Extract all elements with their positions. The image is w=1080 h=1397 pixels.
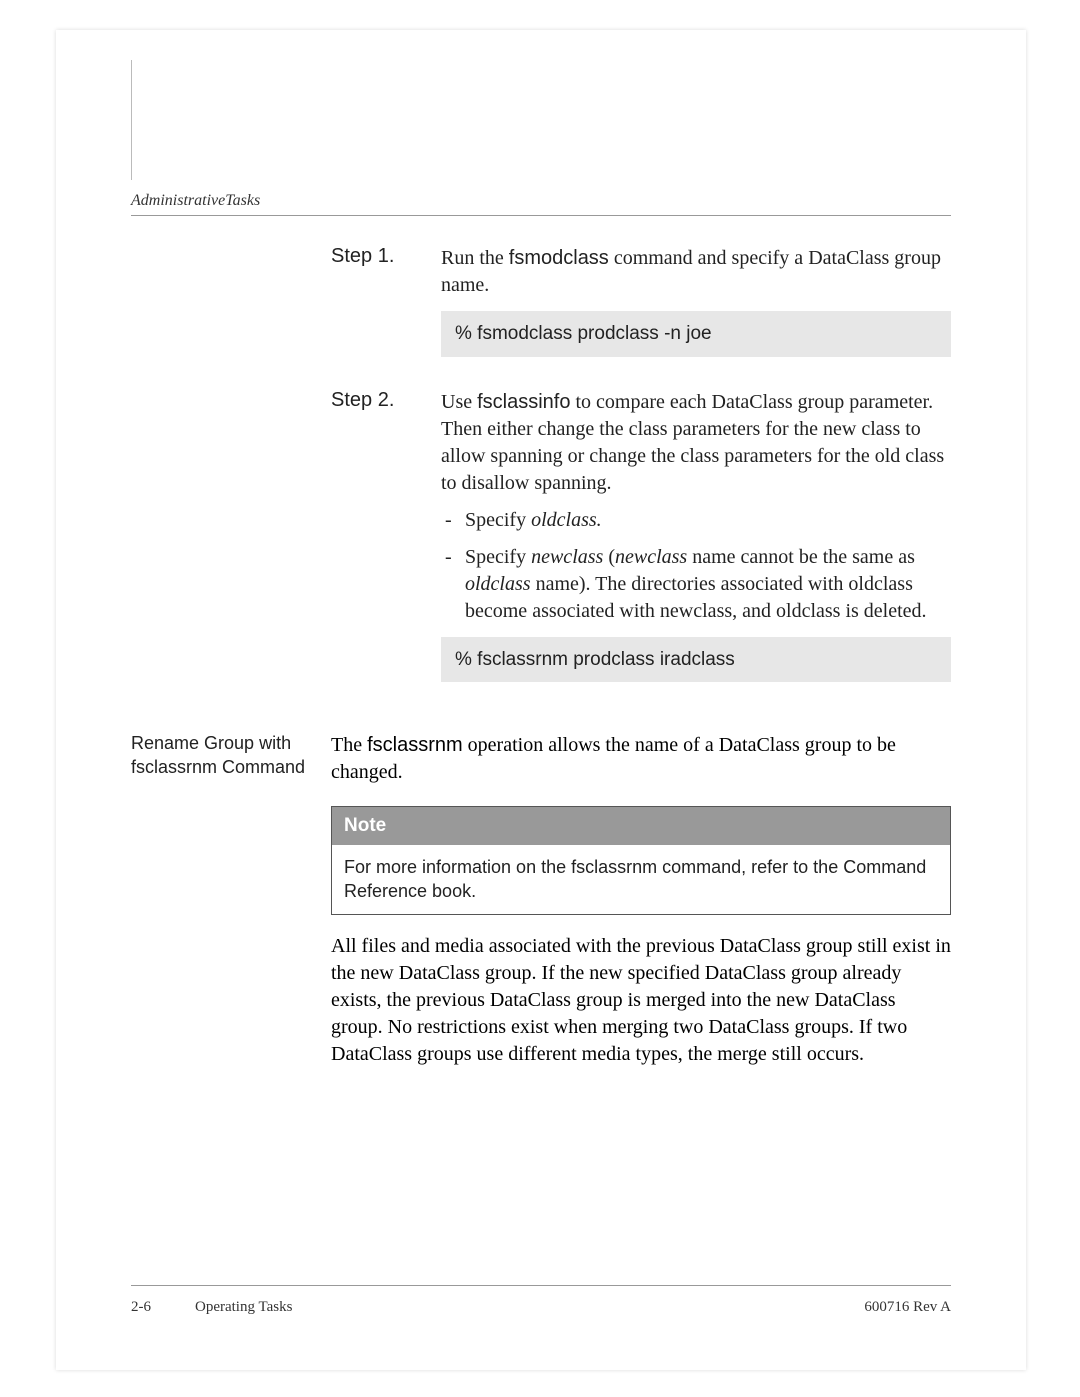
- bullet-dash: -: [441, 507, 465, 534]
- header-rule: [131, 215, 951, 216]
- b2-it1: newclass: [531, 546, 603, 568]
- section-para: All files and media associated with the …: [331, 933, 951, 1068]
- step-1-code: % fsmodclass prodclass -n joe: [441, 311, 951, 357]
- steps-area: Step 1. Run the fsmodclass command and s…: [331, 245, 951, 700]
- note-body: For more information on the fsclassrnm c…: [332, 845, 950, 914]
- bullet-2-text: Specify newclass (newclass name cannot b…: [465, 544, 951, 625]
- bullet-1-pre: Specify: [465, 509, 531, 531]
- page: AdministrativeTasks Step 1. Run the fsmo…: [56, 30, 1026, 1370]
- step-2-body: Use fsclassinfo to compare each DataClas…: [441, 389, 951, 701]
- intro-cmd: fsclassrnm: [367, 734, 463, 756]
- b2-c: name cannot be the same as: [687, 546, 915, 568]
- footer-rule: [131, 1285, 951, 1286]
- margin-line: [131, 60, 132, 180]
- note-header: Note: [332, 807, 950, 845]
- step-1-body: Run the fsmodclass command and specify a…: [441, 245, 951, 375]
- step-2-bullets: - Specify oldclass. - Specify newclass (…: [441, 507, 951, 625]
- note-a: For more information on the: [344, 857, 571, 877]
- footer-page: 2-6: [131, 1299, 151, 1316]
- bullet-2: - Specify newclass (newclass name cannot…: [441, 544, 951, 625]
- step-1-text-prefix: Run the: [441, 247, 509, 269]
- b2-it2: newclass: [615, 546, 687, 568]
- bullet-dash: -: [441, 544, 465, 625]
- intro-a: The: [331, 734, 367, 756]
- b2-a: Specify: [465, 546, 531, 568]
- b2-d: name). The directories associated with o…: [465, 573, 927, 622]
- rename-section: Rename Group with fsclassrnm Command The…: [131, 732, 951, 1067]
- footer-left: 2-6 Operating Tasks: [131, 1299, 292, 1316]
- section-side-label: Rename Group with fsclassrnm Command: [131, 732, 331, 1067]
- footer-rev: 600716 Rev A: [864, 1299, 951, 1316]
- step-1-label: Step 1.: [331, 245, 441, 375]
- b2-b: (: [603, 546, 615, 568]
- note-cmd: fsclassrnm: [571, 857, 657, 877]
- step-2-code: % fsclassrnm prodclass iradclass: [441, 637, 951, 683]
- footer-title: Operating Tasks: [195, 1299, 292, 1316]
- b2-it3: oldclass: [465, 573, 531, 595]
- step-2: Step 2. Use fsclassinfo to compare each …: [331, 389, 951, 701]
- bullet-1-it: oldclass.: [531, 509, 602, 531]
- step-1: Step 1. Run the fsmodclass command and s…: [331, 245, 951, 375]
- step-2-cmd: fsclassinfo: [477, 391, 570, 413]
- bullet-1: - Specify oldclass.: [441, 507, 951, 534]
- bullet-1-text: Specify oldclass.: [465, 507, 951, 534]
- note-box: Note For more information on the fsclass…: [331, 806, 951, 914]
- step-1-cmd: fsmodclass: [509, 247, 609, 269]
- step-2-text-prefix: Use: [441, 391, 477, 413]
- content-area: Step 1. Run the fsmodclass command and s…: [131, 245, 951, 1068]
- running-header: AdministrativeTasks: [131, 192, 260, 210]
- footer: 2-6 Operating Tasks 600716 Rev A: [131, 1299, 951, 1316]
- section-body: The fsclassrnm operation allows the name…: [331, 732, 951, 1067]
- step-2-label: Step 2.: [331, 389, 441, 701]
